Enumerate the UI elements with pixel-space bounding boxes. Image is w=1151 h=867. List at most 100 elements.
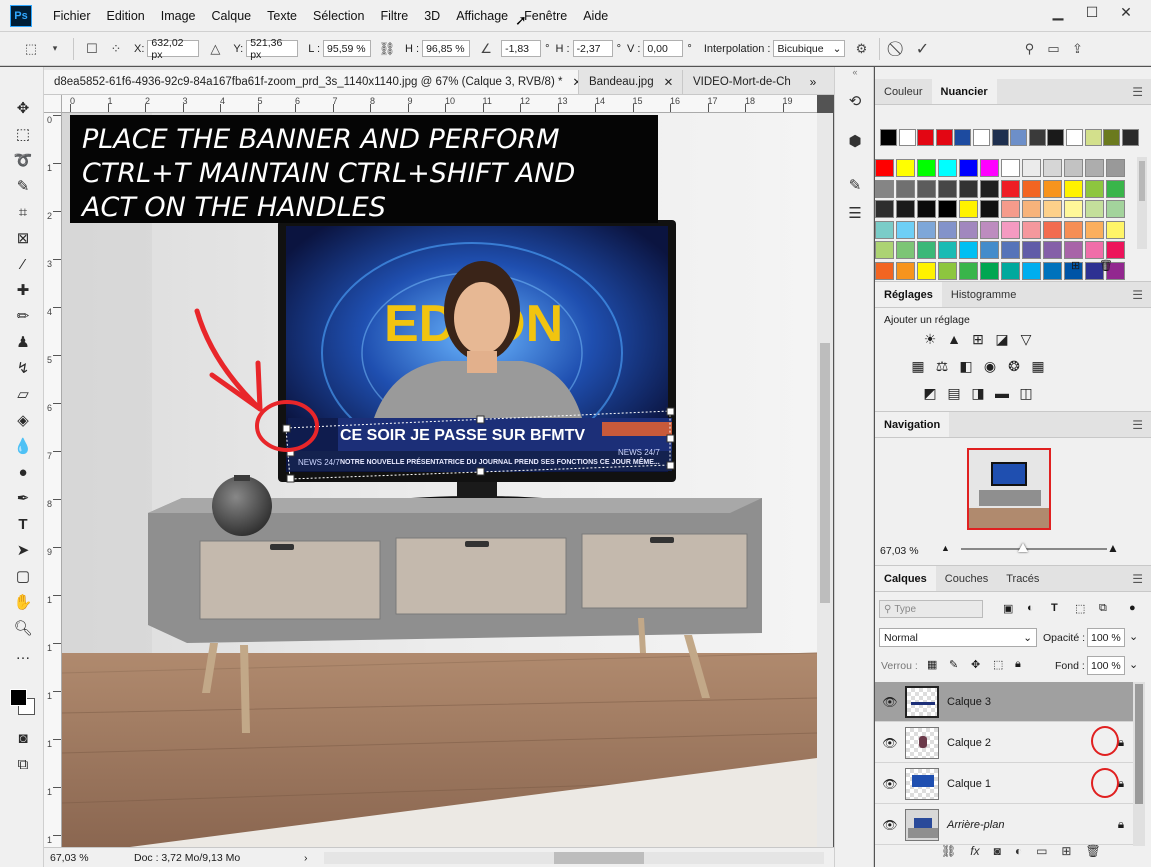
color-swatch[interactable] — [898, 129, 916, 146]
type-filter-icon[interactable]: T — [1051, 602, 1058, 614]
color-swatch[interactable] — [1084, 129, 1102, 146]
color-swatch[interactable] — [1121, 129, 1139, 146]
color-swatch[interactable] — [1043, 200, 1062, 218]
menu-filtre[interactable]: Filtre — [373, 9, 417, 23]
color-swatch[interactable] — [980, 220, 999, 239]
scroll-thumb[interactable] — [1135, 684, 1143, 804]
lock-position-icon[interactable]: ✥ — [971, 658, 980, 671]
color-swatch[interactable] — [917, 129, 935, 146]
color-swatch[interactable] — [1001, 179, 1020, 198]
color-swatch[interactable] — [959, 241, 978, 259]
brush-settings-icon[interactable]: ✎ — [843, 173, 867, 197]
color-swatch[interactable] — [935, 129, 953, 146]
marquee-tool-icon[interactable]: ⬚ — [12, 123, 34, 145]
layer-name[interactable]: Calque 1 — [947, 778, 1109, 790]
y-field[interactable]: 521,36 px — [246, 37, 299, 61]
menu-3d[interactable]: 3D — [417, 9, 449, 23]
foreground-color-swatch[interactable] — [10, 689, 27, 706]
layer-row[interactable]: 👁︎ Arrière-plan 🔒︎ — [875, 805, 1133, 845]
color-swatch[interactable] — [938, 200, 957, 218]
color-swatch[interactable] — [1043, 179, 1062, 198]
color-swatch[interactable] — [938, 159, 957, 177]
color-swatch[interactable] — [1043, 261, 1062, 280]
reference-checkbox[interactable]: ☐ — [83, 40, 101, 58]
navigator-preview[interactable] — [967, 448, 1051, 530]
eye-icon[interactable]: 👁︎ — [875, 736, 905, 750]
chevron-down-icon[interactable]: ⌄ — [1129, 630, 1138, 643]
tab-video[interactable]: VIDEO-Mort-de-Ch — [683, 70, 803, 94]
quick-mask-icon[interactable]: ◙ — [12, 727, 34, 749]
menu-aide[interactable]: Aide — [576, 9, 617, 23]
color-swatch[interactable] — [1106, 179, 1125, 198]
opacity-field[interactable]: 100 % — [1087, 628, 1125, 647]
scroll-thumb[interactable] — [553, 851, 644, 864]
crop-tool-icon[interactable]: ⌗ — [12, 201, 34, 223]
hskew-field[interactable]: -2,37 — [572, 40, 613, 57]
tab-traces[interactable]: Tracés — [997, 566, 1048, 591]
color-swatch[interactable] — [875, 179, 894, 198]
color-swatch[interactable] — [959, 200, 978, 218]
blur-tool-icon[interactable]: 💧 — [12, 435, 34, 457]
color-swatch[interactable] — [980, 159, 999, 177]
color-swatch[interactable] — [1064, 179, 1083, 198]
color-swatch[interactable] — [896, 159, 915, 177]
color-swatch[interactable] — [875, 241, 894, 259]
blend-mode-select[interactable]: Normal ⌄ — [879, 628, 1037, 647]
color-swatch[interactable] — [954, 129, 972, 146]
color-swatch[interactable] — [1043, 159, 1062, 177]
workspace-icon[interactable]: ▭ — [1044, 40, 1062, 58]
color-swatch[interactable] — [1028, 129, 1046, 146]
color-swatch[interactable] — [896, 241, 915, 259]
color-swatch[interactable] — [875, 159, 894, 177]
canvas[interactable]: EDI ON CE SOIR JE PASSE SUR BFMTV NOTRE … — [62, 113, 817, 848]
black-white-icon[interactable]: ◧ — [957, 357, 975, 375]
color-swatch[interactable] — [1001, 261, 1020, 280]
menu-edition[interactable]: Edition — [100, 9, 154, 23]
invert-icon[interactable]: ◩ — [921, 384, 939, 402]
pen-tool-icon[interactable]: ✒ — [12, 487, 34, 509]
color-lookup-icon[interactable]: ▦ — [1029, 357, 1047, 375]
color-swatch[interactable] — [1085, 220, 1104, 239]
color-swatch[interactable] — [1085, 179, 1104, 198]
color-swatch[interactable] — [1106, 200, 1125, 218]
color-swatch[interactable] — [1106, 159, 1125, 177]
color-swatch[interactable] — [1085, 241, 1104, 259]
color-swatch[interactable] — [938, 261, 957, 280]
3d-icon[interactable]: ⬢ — [843, 129, 867, 153]
color-swatch[interactable] — [1064, 220, 1083, 239]
quick-select-tool-icon[interactable]: ✎ — [12, 175, 34, 197]
panel-menu-icon[interactable]: ☰ — [1132, 288, 1143, 302]
color-swatch[interactable] — [875, 261, 894, 280]
color-swatch[interactable] — [917, 200, 936, 218]
eye-icon[interactable]: 👁︎ — [875, 695, 905, 709]
gradient-map-icon[interactable]: ▬ — [993, 384, 1011, 402]
eye-icon[interactable]: 👁︎ — [875, 777, 905, 791]
tab-navigation[interactable]: Navigation — [875, 412, 950, 437]
lock-icon[interactable]: 🔒︎ — [1109, 817, 1133, 832]
color-swatch[interactable] — [1064, 159, 1083, 177]
threshold-icon[interactable]: ◨ — [969, 384, 987, 402]
cancel-transform-icon[interactable]: ⃠ — [889, 40, 907, 58]
warp-icon[interactable]: ⚙ — [852, 40, 870, 58]
lock-transparent-icon[interactable]: ▦ — [927, 658, 937, 671]
layer-style-icon[interactable]: fx — [970, 844, 979, 858]
color-swatch[interactable] — [1064, 241, 1083, 259]
color-swatch[interactable] — [991, 129, 1009, 146]
color-swatch[interactable] — [938, 220, 957, 239]
shape-filter-icon[interactable]: ⬚ — [1075, 602, 1085, 615]
smart-filter-icon[interactable]: ⧉ — [1099, 602, 1107, 615]
dodge-tool-icon[interactable]: ● — [12, 461, 34, 483]
new-adjustment-icon[interactable]: ◐ — [1015, 844, 1022, 858]
fill-field[interactable]: 100 % — [1087, 656, 1125, 675]
tab-couches[interactable]: Couches — [936, 566, 997, 591]
hue-saturation-icon[interactable]: ▦ — [909, 357, 927, 375]
status-zoom[interactable]: 67,03 % — [50, 852, 98, 864]
new-swatch-icon[interactable]: ⊞ — [1071, 259, 1080, 272]
scroll-thumb[interactable] — [820, 343, 830, 603]
color-swatch[interactable] — [980, 241, 999, 259]
brightness-icon[interactable]: ☀ — [921, 330, 939, 348]
menu-fichier[interactable]: Fichier — [46, 9, 100, 23]
color-swatch[interactable] — [1064, 200, 1083, 218]
collapse-dock-icon[interactable]: « — [835, 67, 875, 77]
swatches-scrollbar[interactable] — [1137, 157, 1147, 249]
